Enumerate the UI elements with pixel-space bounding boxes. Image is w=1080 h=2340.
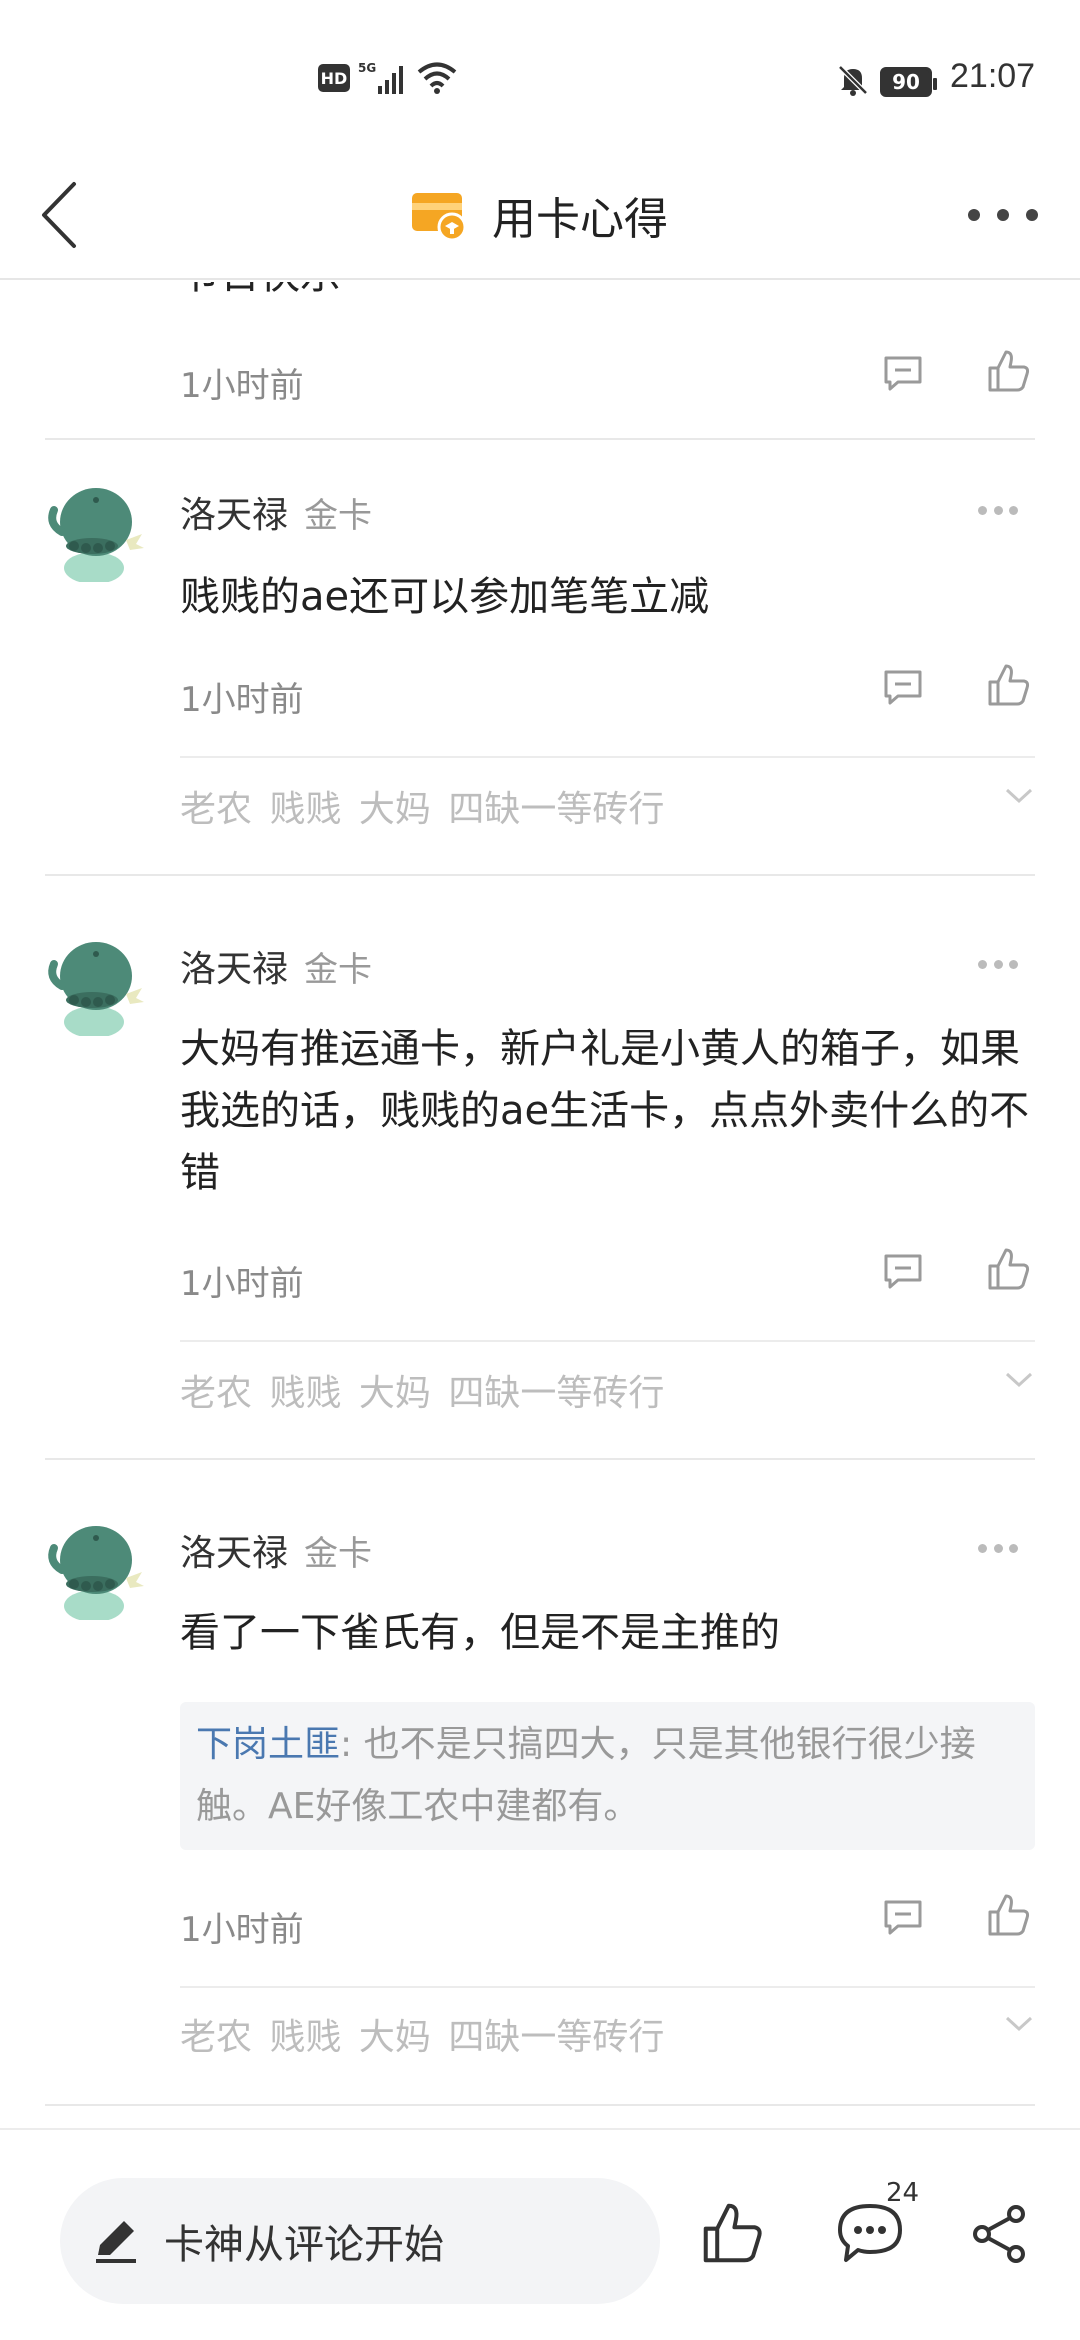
- bottom-bar: 卡神从评论开始 24: [0, 2128, 1080, 2340]
- status-time: 21:07: [950, 56, 1036, 95]
- user-line: 洛天禄 金卡: [180, 940, 372, 992]
- signal-icon: 5G: [358, 58, 408, 98]
- comment-icon: [884, 670, 922, 705]
- avatar: [48, 1526, 144, 1620]
- user-name[interactable]: 洛天禄: [180, 486, 288, 538]
- like-button[interactable]: [986, 348, 1032, 398]
- comment-more-button[interactable]: [978, 960, 1018, 972]
- reply-tags: 老农 贱贱 大妈 四缺一等砖行: [180, 1373, 665, 1414]
- comment-input[interactable]: 卡神从评论开始: [60, 2178, 660, 2304]
- quoted-user[interactable]: 下岗土匪: [196, 1724, 340, 1765]
- comment-list[interactable]: 节日快乐 1小时前 洛天禄 金卡 贱贱的ae还可以参加笔笔立减 1小时前: [0, 282, 1080, 2122]
- comments-button[interactable]: [836, 2202, 904, 2270]
- reply-tags: 老农 贱贱 大妈 四缺一等砖行: [180, 789, 665, 830]
- comment-text: 大妈有推运通卡，新户礼是小黄人的箱子，如果我选的话，贱贱的ae生活卡，点点外卖什…: [180, 1026, 1030, 1196]
- bell-muted-icon: [836, 60, 870, 100]
- thumbs-up-icon: [988, 1894, 1030, 1936]
- chevron-down-icon: [1005, 788, 1033, 804]
- reply-tags: 老农 贱贱 大妈 四缺一等砖行: [180, 2017, 665, 2058]
- divider: [180, 1986, 1035, 1988]
- user-badge: 金卡: [304, 950, 373, 990]
- thumbs-up-icon: [988, 350, 1030, 392]
- reply-button[interactable]: [882, 668, 924, 712]
- comment-icon: [884, 1900, 922, 1935]
- header: 用卡心得: [0, 150, 1080, 280]
- dot-icon: [1026, 209, 1038, 221]
- chevron-left-icon: [42, 182, 76, 248]
- comment-more-button[interactable]: [978, 1544, 1018, 1556]
- reply-button[interactable]: [882, 354, 924, 398]
- like-article-button[interactable]: [700, 2200, 766, 2270]
- reply-button[interactable]: [882, 1252, 924, 1296]
- comment-count: 24: [886, 2178, 920, 2208]
- page-title-wrap: 用卡心得: [410, 172, 668, 258]
- user-badge: 金卡: [304, 496, 373, 536]
- comment-icon: [884, 356, 922, 391]
- share-button[interactable]: [970, 2204, 1030, 2268]
- comment-meta: 1小时前: [180, 348, 1040, 408]
- reply-tags-row[interactable]: 老农 贱贱 大妈 四缺一等砖行: [180, 1356, 1040, 1416]
- chevron-down-icon: [1005, 2016, 1033, 2032]
- divider: [45, 2104, 1035, 2106]
- thumbs-up-icon: [988, 1248, 1030, 1290]
- divider: [45, 438, 1035, 440]
- comment-icon: [884, 1254, 922, 1289]
- like-button[interactable]: [986, 1246, 1032, 1296]
- comment-meta: 1小时前: [180, 1246, 1040, 1306]
- reply-tags-row[interactable]: 老农 贱贱 大妈 四缺一等砖行: [180, 772, 1040, 832]
- like-button[interactable]: [986, 1892, 1032, 1942]
- comment-meta: 1小时前: [180, 1892, 1040, 1952]
- user-badge: 金卡: [304, 1534, 373, 1574]
- user-line: 洛天禄 金卡: [180, 486, 372, 538]
- user-name[interactable]: 洛天禄: [180, 1524, 288, 1576]
- dot-icon: [968, 209, 980, 221]
- comment-text: 看了一下雀氏有，但是不是主推的: [180, 1610, 780, 1656]
- battery-icon: 90: [880, 62, 937, 102]
- reply-tags-row[interactable]: 老农 贱贱 大妈 四缺一等砖行: [180, 2000, 1040, 2060]
- comment-more-button[interactable]: [978, 506, 1018, 518]
- dot-icon: [997, 209, 1009, 221]
- more-options-button[interactable]: [968, 200, 1038, 230]
- avatar: [48, 488, 144, 582]
- divider: [45, 874, 1035, 876]
- page-title: 用卡心得: [492, 194, 668, 245]
- comment-meta: 1小时前: [180, 662, 1040, 722]
- back-button[interactable]: [40, 170, 100, 260]
- wifi-icon: [416, 58, 458, 98]
- battery-level: 90: [892, 70, 920, 94]
- user-name[interactable]: 洛天禄: [180, 940, 288, 992]
- user-line: 洛天禄 金卡: [180, 1524, 372, 1576]
- divider: [180, 1340, 1035, 1342]
- comment-time: 1小时前: [180, 680, 304, 720]
- comment-time: 1小时前: [180, 1264, 304, 1304]
- divider: [45, 1458, 1035, 1460]
- divider: [180, 756, 1035, 758]
- avatar: [48, 942, 144, 1036]
- comment-time: 1小时前: [180, 1910, 304, 1950]
- card-icon: [412, 193, 466, 241]
- reply-button[interactable]: [882, 1898, 924, 1942]
- comment-bubble-icon: [838, 2204, 902, 2262]
- like-button[interactable]: [986, 662, 1032, 712]
- comment-text: 贱贱的ae还可以参加笔笔立减: [180, 574, 710, 620]
- chevron-down-icon: [1005, 1372, 1033, 1388]
- previous-comment-text: 节日快乐: [180, 282, 340, 300]
- quoted-reply[interactable]: 下岗土匪: 也不是只搞四大，只是其他银行很少接触。AE好像工农中建都有。: [180, 1702, 1035, 1850]
- thumbs-up-icon: [703, 2203, 762, 2263]
- comment-time: 1小时前: [180, 366, 304, 406]
- pencil-icon: [96, 2221, 136, 2263]
- share-icon: [973, 2205, 1025, 2263]
- svg-text:5G: 5G: [358, 61, 376, 75]
- comment-input-placeholder: 卡神从评论开始: [164, 2222, 444, 2268]
- hd-badge: HD: [318, 64, 350, 92]
- status-bar: HD 5G 90 21:07: [0, 0, 1080, 150]
- thumbs-up-icon: [988, 664, 1030, 706]
